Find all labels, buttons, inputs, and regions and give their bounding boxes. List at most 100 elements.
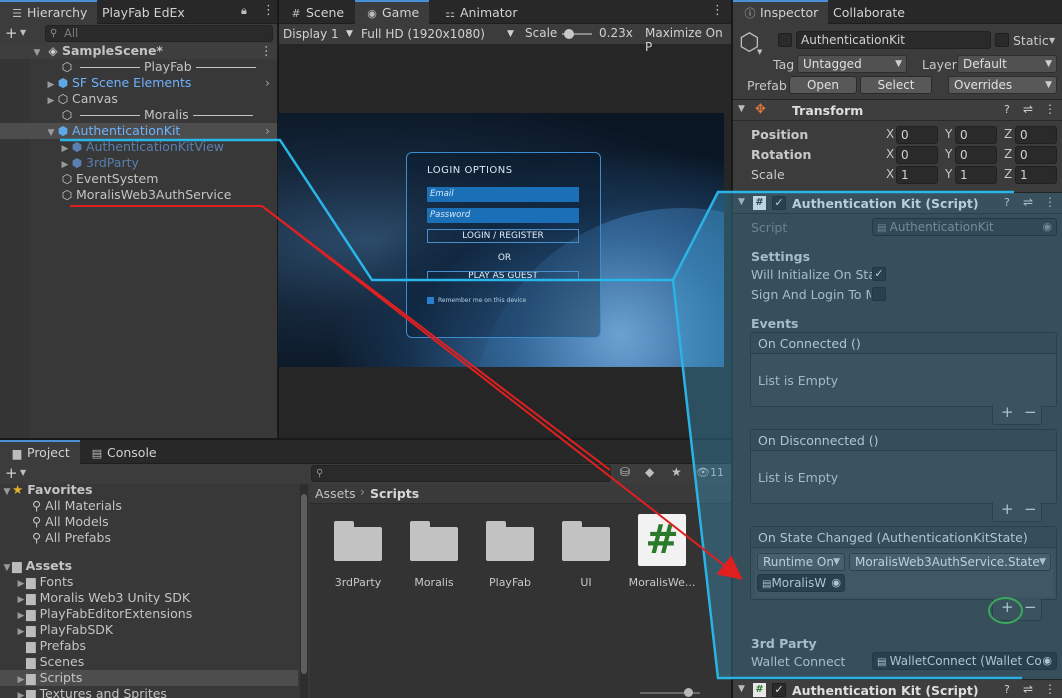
expand-arrow-icon[interactable]: ▶ (16, 688, 26, 698)
object-picker-icon[interactable]: ◉ (1042, 653, 1052, 669)
add-icon[interactable]: + (1001, 403, 1014, 421)
asset-folder-moralis-sdk[interactable]: ▶ ▆ Moralis Web3 Unity SDK (16, 590, 191, 606)
csharp-script-icon[interactable]: # (638, 514, 686, 566)
layer-dropdown[interactable]: Default ▼ (957, 55, 1057, 73)
hierarchy-search-input[interactable]: ⚲ All (45, 25, 273, 42)
zoom-slider[interactable] (640, 688, 700, 697)
tab-scene[interactable]: # Scene (279, 0, 354, 24)
static-checkbox[interactable] (995, 33, 1009, 47)
position-x-field[interactable]: 0 (896, 126, 938, 144)
assets-header[interactable]: ▼ ▆ Assets (2, 558, 73, 574)
chevron-down-icon[interactable]: ▼ (757, 48, 762, 56)
folder-ui-icon[interactable] (562, 521, 610, 561)
add-icon[interactable]: + (5, 24, 18, 42)
display-dropdown[interactable]: Display 1 ▼ (283, 25, 358, 43)
email-field[interactable]: Email (427, 187, 579, 202)
zoom-slider-handle[interactable] (684, 688, 693, 697)
asset-folder-fonts[interactable]: ▶ ▆ Fonts (16, 574, 74, 590)
expand-arrow-icon[interactable]: ▶ (46, 93, 56, 109)
active-checkbox[interactable] (778, 33, 792, 47)
method-dropdown[interactable]: MoralisWeb3AuthService.State ▼ (849, 553, 1051, 571)
folder-3rdparty-label[interactable]: 3rdParty (323, 576, 393, 589)
maximize-on-play-toggle[interactable]: Maximize On P (645, 26, 731, 54)
folder-playfab-icon[interactable] (486, 521, 534, 561)
prefab-open-button[interactable]: Open (789, 76, 857, 94)
rotation-z-field[interactable]: 0 (1015, 146, 1057, 164)
chevron-right-icon[interactable]: › (265, 75, 270, 91)
chevron-down-icon[interactable]: ▼ (20, 28, 26, 37)
hierarchy-item-sf-scene-elements[interactable]: ▶ ⬢ SF Scene Elements › (46, 75, 277, 91)
tag-dropdown[interactable]: Untagged ▼ (797, 55, 907, 73)
sign-and-login-checkbox[interactable] (872, 287, 886, 301)
star-icon[interactable]: ★ (671, 465, 682, 479)
hidden-eye-icon[interactable]: 👁︎11 (696, 466, 724, 479)
game-viewport[interactable]: LOGIN OPTIONS Email Password LOGIN / REG… (278, 113, 724, 367)
component-enabled-checkbox[interactable]: ✓ (772, 196, 786, 210)
preset-icon[interactable]: ⇌ (1023, 102, 1033, 116)
asset-folder-scenes[interactable]: ▆ Scenes (26, 654, 84, 670)
hierarchy-item-3rdparty[interactable]: ▶ ⬢ 3rdParty (60, 155, 139, 171)
tab-collaborate[interactable]: Collaborate (823, 0, 915, 24)
expand-arrow-icon[interactable]: ▼ (2, 484, 12, 500)
favorites-header[interactable]: ▼ ★ Favorites (2, 482, 93, 498)
runtime-option-dropdown[interactable]: Runtime On ▼ (757, 553, 845, 571)
remember-me-checkbox[interactable]: Remember me on this device (427, 297, 526, 304)
scale-slider-handle[interactable] (564, 29, 574, 39)
second-auth-kit-script-header[interactable]: ▼ # ✓ Authentication Kit (Script) ? ⇌ ⋮ (733, 679, 1062, 698)
folder-3rdparty-icon[interactable] (334, 521, 382, 561)
tab-playfab-edex[interactable]: PlayFab EdEx (92, 0, 195, 24)
project-tree-scrollbar[interactable] (300, 484, 308, 698)
hierarchy-item-playfab[interactable]: ⬡ PlayFab (60, 59, 260, 75)
object-picker-icon[interactable]: ◉ (831, 575, 841, 591)
asset-folder-playfabsdk[interactable]: ▶ ▆ PlayFabSDK (16, 622, 114, 640)
chevron-right-icon[interactable]: › (265, 123, 270, 139)
login-register-button[interactable]: LOGIN / REGISTER (427, 229, 579, 243)
add-icon[interactable]: + (5, 464, 18, 482)
hierarchy-item-authenticationkitview[interactable]: ▶ ⬢ AuthenticationKitView (60, 139, 224, 155)
transform-header[interactable]: ▼ ✥ Transform ? ⇌ ⋮ (733, 99, 1062, 121)
asset-folder-textures[interactable]: ▶ ▆ Textures and Sprites (16, 686, 167, 698)
label-icon[interactable]: ◆ (645, 465, 654, 479)
help-icon[interactable]: ? (1004, 103, 1010, 116)
lock-icon[interactable]: 🔒︎ (241, 4, 247, 18)
component-menu-icon[interactable]: ⋮ (1044, 682, 1056, 696)
scale-z-field[interactable]: 1 (1015, 166, 1057, 184)
expand-arrow-icon[interactable]: ▼ (32, 45, 42, 61)
tab-animator[interactable]: ⚏ Animator (433, 0, 527, 24)
scrollbar-thumb[interactable] (301, 494, 307, 674)
chevron-down-icon[interactable]: ▼ (1049, 36, 1055, 45)
position-y-field[interactable]: 0 (955, 126, 997, 144)
component-menu-icon[interactable]: ⋮ (1044, 195, 1056, 209)
hierarchy-item-eventsystem[interactable]: ⬡ EventSystem (60, 171, 159, 187)
help-icon[interactable]: ? (1004, 683, 1010, 696)
target-object-field[interactable]: ▤MoralisW ◉ (757, 574, 845, 592)
prefab-select-button[interactable]: Select (860, 76, 932, 94)
folder-moralis-icon[interactable] (410, 521, 458, 561)
preset-icon[interactable]: ⇌ (1023, 195, 1033, 209)
resolution-dropdown[interactable]: Full HD (1920x1080) ▼ (361, 25, 519, 43)
menu-dots-icon[interactable]: ⋮ (262, 3, 275, 18)
hierarchy-item-moralis[interactable]: ⬡ Moralis (60, 107, 257, 123)
object-name-input[interactable]: AuthenticationKit (796, 31, 991, 49)
filter-type-icon[interactable]: ⛁ (620, 465, 630, 479)
rotation-x-field[interactable]: 0 (896, 146, 938, 164)
help-icon[interactable]: ? (1004, 196, 1010, 209)
expand-arrow-icon[interactable]: ▼ (46, 125, 56, 141)
folder-playfab-label[interactable]: PlayFab (475, 576, 545, 589)
project-search-input[interactable]: ⚲ (311, 465, 611, 482)
scale-slider[interactable] (562, 29, 592, 39)
remove-icon[interactable]: − (1024, 500, 1037, 518)
expand-arrow-icon[interactable]: ▶ (16, 624, 26, 640)
favorite-all-materials[interactable]: ⚲ All Materials (32, 498, 122, 514)
foldout-arrow-icon[interactable]: ▼ (738, 104, 745, 114)
hierarchy-item-authenticationkit[interactable]: ▼ ⬢ AuthenticationKit › (0, 123, 277, 139)
preset-icon[interactable]: ⇌ (1023, 682, 1033, 696)
folder-ui-label[interactable]: UI (551, 576, 621, 589)
script-moralisweb3-label[interactable]: MoralisWe... (627, 576, 697, 589)
play-as-guest-button[interactable]: PLAY AS GUEST (427, 271, 579, 280)
favorite-all-models[interactable]: ⚲ All Models (32, 514, 109, 530)
will-initialize-checkbox[interactable]: ✓ (872, 267, 886, 281)
folder-moralis-label[interactable]: Moralis (399, 576, 469, 589)
hierarchy-item-moralisweb3authservice[interactable]: ⬡ MoralisWeb3AuthService (60, 187, 232, 203)
scene-row[interactable]: ▼ ◈ SampleScene* ⋮ (0, 43, 277, 59)
